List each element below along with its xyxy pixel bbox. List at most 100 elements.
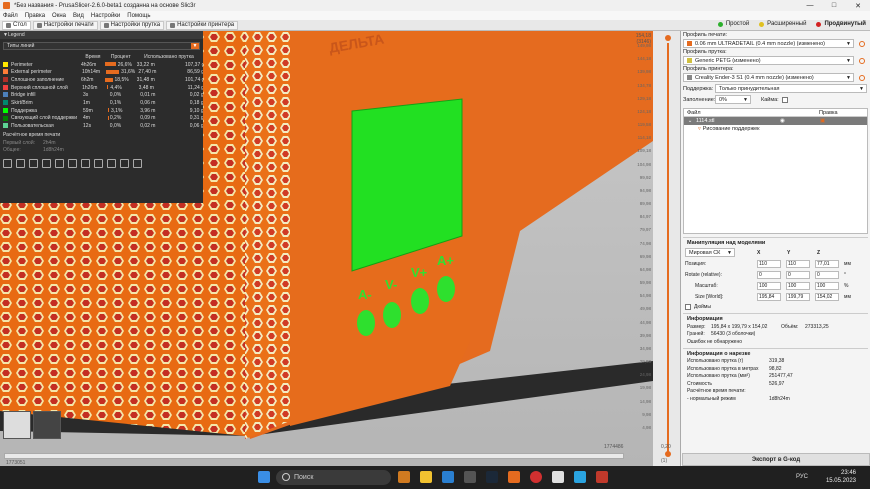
position-y-input[interactable]: 110: [786, 259, 810, 268]
scale-y-input[interactable]: 100: [786, 281, 810, 290]
rotate-y-input[interactable]: 0: [786, 270, 810, 279]
mode-expert[interactable]: Продвинутый: [816, 21, 866, 27]
clock[interactable]: 23:46 15.05.2023: [826, 469, 856, 485]
taskbar-search[interactable]: Поиск: [276, 470, 391, 485]
rotate-x-input[interactable]: 0: [757, 270, 781, 279]
legend-row[interactable]: Perimeter 4h26m 26,6% 33,22 m 107,37 g: [0, 61, 203, 69]
support-circle-4: [437, 276, 455, 302]
view-3d-cube-icon[interactable]: [3, 411, 31, 439]
custom-gcode-icon[interactable]: [107, 158, 116, 168]
color-change-icon[interactable]: [81, 158, 90, 168]
maximize-button[interactable]: □: [822, 2, 846, 10]
store-icon[interactable]: [442, 471, 454, 483]
support-select[interactable]: Только принудительная ▼: [715, 84, 867, 93]
scale-z-input[interactable]: 100: [815, 281, 839, 290]
close-button[interactable]: ✕: [846, 2, 870, 10]
layer-tick-label: 29,98: [639, 359, 651, 364]
language-indicator[interactable]: РУС: [796, 474, 808, 480]
legend-row[interactable]: Поддержка 59m 3,1% 3,96 m 9,10 g: [0, 107, 203, 115]
support-circle-2: [383, 302, 401, 328]
toolchange-icon[interactable]: [68, 158, 77, 168]
size-z-input[interactable]: 154,02: [815, 292, 839, 301]
horizontal-move-slider[interactable]: [4, 453, 624, 459]
gmail-icon[interactable]: [596, 471, 608, 483]
explorer-icon[interactable]: [420, 471, 432, 483]
tab-plater[interactable]: Стол: [2, 20, 31, 30]
coord-system-select[interactable]: Мировая СК ▼: [685, 248, 735, 257]
gear-icon[interactable]: [859, 58, 865, 64]
menu-view[interactable]: Вид: [73, 13, 84, 19]
legend-row[interactable]: Пользовательская 12s 0,0% 0,02 m 0,06 g: [0, 122, 203, 130]
scale-x-input[interactable]: 100: [757, 281, 781, 290]
pause-icon[interactable]: [94, 158, 103, 168]
telegram-icon[interactable]: [574, 471, 586, 483]
mode-advanced[interactable]: Расширенный: [759, 21, 806, 27]
layer-tick-label: 64,98: [639, 266, 651, 272]
tab-print-settings[interactable]: Настройки печати: [32, 20, 98, 30]
gear-icon[interactable]: [859, 41, 865, 47]
yandex-browser-icon[interactable]: [530, 471, 542, 483]
minimize-button[interactable]: —: [798, 2, 822, 10]
object-child-row[interactable]: ▿ Рисование поддержек: [684, 125, 867, 133]
inches-checkbox[interactable]: [685, 303, 691, 310]
position-x-input[interactable]: 110: [757, 259, 781, 268]
menu-window[interactable]: Окна: [52, 13, 66, 19]
menu-settings[interactable]: Настройки: [91, 13, 120, 19]
infill-select[interactable]: 0% ▼: [715, 95, 751, 104]
size-y-input[interactable]: 199,79: [786, 292, 810, 301]
legend-row[interactable]: Bridge infill 3s 0,0% 0,01 m 0,02 g: [0, 91, 203, 99]
layer-bottom-handle[interactable]: [665, 451, 671, 457]
rotate-z-input[interactable]: 0: [815, 270, 839, 279]
slice-info-row: Использовано прутка (г) 319,38: [687, 358, 785, 365]
prusaslicer-taskbar-icon[interactable]: [508, 471, 520, 483]
travel-icon[interactable]: [3, 158, 12, 168]
legend-row[interactable]: Сплошное заполнение 6h2m 18,5% 31,48 m 101,7…: [0, 76, 203, 84]
layer-top-handle[interactable]: [665, 35, 671, 41]
layer-tick-label: 74,98: [639, 240, 651, 246]
label-a-plus: A+: [437, 253, 454, 268]
legend-rows: Perimeter 4h26m 26,6% 33,22 m 107,37 g Extern…: [0, 61, 203, 130]
color-swatch-icon: [3, 115, 8, 121]
eye-icon[interactable]: ◉: [780, 118, 820, 124]
gear-icon[interactable]: [859, 75, 865, 81]
size-x-input[interactable]: 195,84: [757, 292, 781, 301]
edit-icon[interactable]: ▣: [820, 118, 825, 124]
scale-label: Масштаб:: [695, 282, 718, 289]
brim-checkbox[interactable]: [781, 96, 788, 103]
infill-label: Заполнение:: [683, 96, 716, 103]
menu-edit[interactable]: Правка: [25, 13, 45, 19]
tab-printer-settings[interactable]: Настройки принтера: [166, 20, 239, 30]
position-z-input[interactable]: 77,01: [815, 259, 839, 268]
view-type-select[interactable]: Типы линий ▼: [3, 42, 200, 50]
start-icon[interactable]: [258, 471, 270, 483]
legend-header[interactable]: ▼ Legend: [0, 31, 203, 39]
app-icon[interactable]: [552, 471, 564, 483]
deretract-icon[interactable]: [42, 158, 51, 168]
print-profile-select[interactable]: 0.06 mm ULTRADETAIL (0.4 mm nozzle) (изм…: [683, 39, 865, 48]
mode-simple[interactable]: Простой: [717, 21, 749, 27]
filament-profile-select[interactable]: Generic PETG (изменено) ▼: [683, 56, 865, 65]
shells-icon[interactable]: [120, 158, 129, 168]
legend-row[interactable]: Связующий слой поддержки 4m 0,2% 0,09 m 0,31…: [0, 115, 203, 123]
wipe-icon[interactable]: [16, 158, 25, 168]
seam-icon[interactable]: [55, 158, 64, 168]
collapse-icon[interactable]: ⌄: [684, 118, 696, 124]
layer-slider[interactable]: 154,18 (3146) 149,98 144,18 139,98 134,78 12…: [636, 31, 680, 466]
tool-marker-icon[interactable]: [133, 158, 142, 168]
slice-info-row: Расчётное время печати:: [687, 388, 746, 395]
steam-icon[interactable]: [486, 471, 498, 483]
legend-row[interactable]: Skirt/Brim 1m 0,1% 0,06 m 0,18 g: [0, 99, 203, 107]
menu-help[interactable]: Помощь: [127, 13, 150, 19]
legend-row[interactable]: Верхний сплошной слой 1h26m 4,4% 3,48 m 11,2…: [0, 84, 203, 92]
calculator-icon[interactable]: [464, 471, 476, 483]
printer-profile-select[interactable]: Creality Ender-3 S1 (0.4 mm nozzle) (изм…: [683, 73, 865, 82]
retract-icon[interactable]: [29, 158, 38, 168]
tab-filament-settings[interactable]: Настройки прутка: [99, 20, 165, 30]
export-gcode-button[interactable]: Экспорт в G-код: [682, 453, 870, 466]
manipulation-title: Манипуляция над моделями: [687, 240, 766, 246]
object-row[interactable]: ⌄ 1114.stl ◉ ▣: [684, 117, 867, 125]
widget-icon[interactable]: [398, 471, 410, 483]
menu-file[interactable]: Файл: [3, 13, 18, 19]
view-layers-icon[interactable]: [33, 411, 61, 439]
legend-row[interactable]: External perimeter 10h14m 31,6% 27,40 m 86,5…: [0, 68, 203, 76]
